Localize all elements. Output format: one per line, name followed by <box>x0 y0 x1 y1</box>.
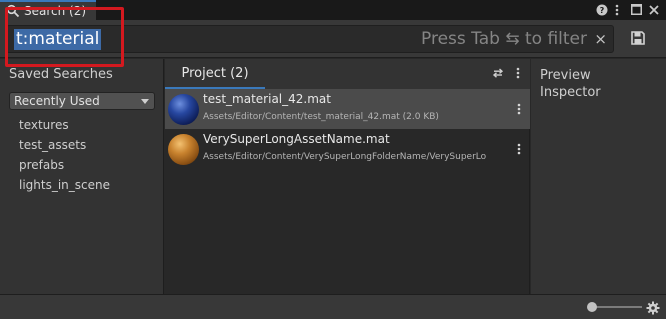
saved-search-item[interactable]: textures <box>19 115 110 135</box>
help-icon[interactable]: ? <box>595 3 608 16</box>
svg-text:?: ? <box>599 6 604 15</box>
refresh-icon[interactable] <box>492 67 504 79</box>
material-sphere-icon <box>168 134 199 165</box>
search-input[interactable]: t:material Press Tab ⇆ to filter × <box>6 25 614 53</box>
search-hint-text: Press Tab ⇆ to filter <box>421 29 587 49</box>
result-path: Assets/Editor/Content/VerySuperLongFolde… <box>203 152 487 162</box>
item-menu-icon[interactable] <box>517 101 521 115</box>
result-item[interactable]: VerySuperLongAssetName.mat Assets/Editor… <box>165 129 530 169</box>
results-menu-icon[interactable] <box>512 67 524 79</box>
kebab-menu-icon[interactable] <box>610 3 623 16</box>
search-results-panel: Project (2) test_material_42.mat Assets/… <box>165 59 530 294</box>
result-name: test_material_42.mat <box>203 92 331 106</box>
saved-search-list: textures test_assets prefabs lights_in_s… <box>19 115 110 195</box>
close-icon[interactable] <box>647 3 660 16</box>
saved-searches-panel: Saved Searches Recently Used textures te… <box>0 59 164 294</box>
preview-inspector-panel: Preview Inspector <box>531 59 666 294</box>
saved-search-item[interactable]: lights_in_scene <box>19 175 110 195</box>
zoom-slider-track[interactable] <box>592 306 642 308</box>
item-menu-icon[interactable] <box>517 141 521 155</box>
search-icon <box>6 4 20 18</box>
results-header: Project (2) <box>165 59 530 89</box>
search-toolbar: t:material Press Tab ⇆ to filter × <box>0 20 666 58</box>
recently-used-dropdown[interactable]: Recently Used <box>9 92 155 110</box>
search-window-tab[interactable]: Search (2) <box>0 0 96 20</box>
chevron-down-icon <box>141 99 149 104</box>
dropdown-value: Recently Used <box>14 94 100 108</box>
window-tab-bar: Search (2) ? <box>0 0 666 20</box>
saved-search-item[interactable]: prefabs <box>19 155 110 175</box>
save-icon[interactable] <box>630 30 646 46</box>
gear-icon[interactable] <box>646 300 660 315</box>
maximize-icon[interactable] <box>630 3 643 16</box>
zoom-slider-handle[interactable] <box>587 302 597 312</box>
saved-search-item[interactable]: test_assets <box>19 135 110 155</box>
saved-searches-title: Saved Searches <box>9 67 113 82</box>
tab-project[interactable]: Project (2) <box>165 59 265 89</box>
clear-search-icon[interactable]: × <box>594 30 607 48</box>
result-item[interactable]: test_material_42.mat Assets/Editor/Conte… <box>165 89 530 129</box>
material-sphere-icon <box>168 94 199 125</box>
result-path: Assets/Editor/Content/test_material_42.m… <box>203 112 439 122</box>
status-bar <box>0 294 666 319</box>
preview-inspector-title: Preview Inspector <box>540 68 601 100</box>
result-name: VerySuperLongAssetName.mat <box>203 132 390 146</box>
window-tab-title: Search (2) <box>24 4 87 18</box>
search-query-text[interactable]: t:material <box>14 29 102 50</box>
